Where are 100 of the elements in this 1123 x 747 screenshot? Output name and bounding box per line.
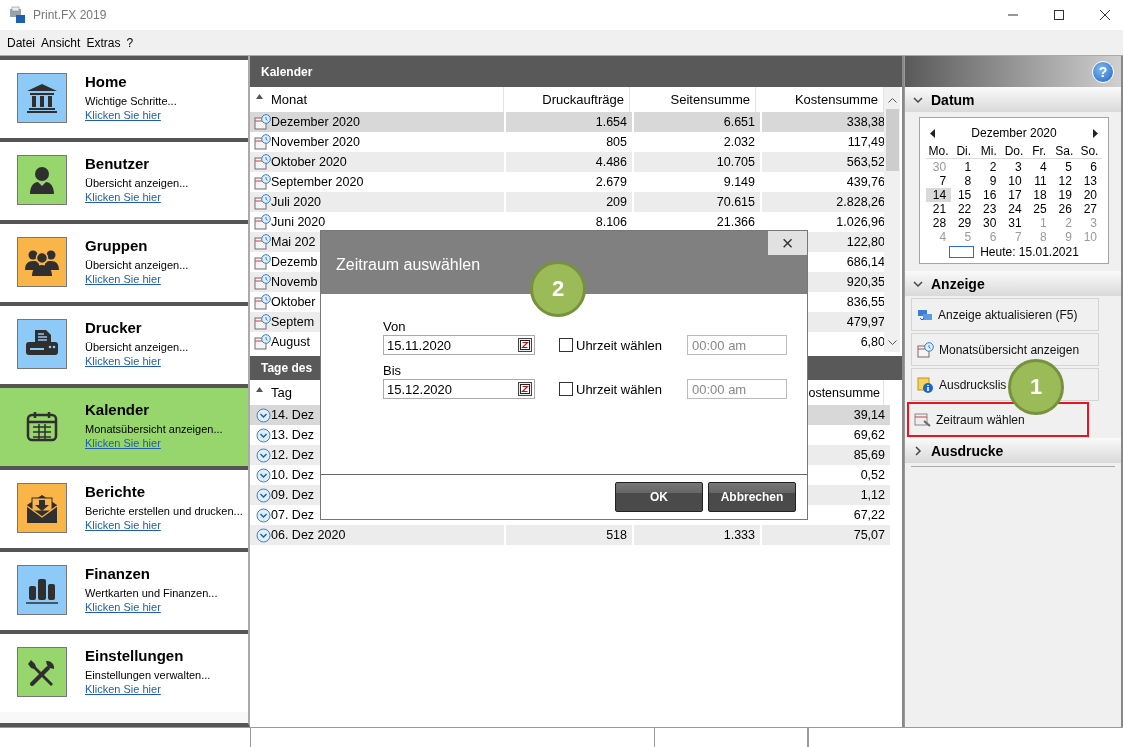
expand-circle-icon[interactable] (256, 507, 271, 523)
calendar-day[interactable]: 1 (951, 160, 977, 174)
action-button[interactable]: Anzeige aktualisieren (F5) (911, 298, 1099, 331)
calendar-day[interactable]: 24 (1001, 202, 1027, 216)
calendar-day[interactable]: 10 (1001, 174, 1027, 188)
expand-circle-icon[interactable] (256, 467, 271, 483)
calendar-day[interactable]: 19 (1051, 188, 1077, 202)
calendar-day[interactable]: 31 (1001, 216, 1027, 230)
time-field[interactable]: 00:00 am (687, 335, 787, 355)
nav-description: Übersicht anzeigen... (85, 177, 189, 190)
close-button[interactable]: × (768, 231, 807, 255)
menu-item[interactable]: Extras (86, 35, 121, 50)
calendar-day[interactable]: 6 (1076, 160, 1102, 174)
calendar-day[interactable]: 9 (976, 174, 1002, 188)
close-icon[interactable] (1099, 9, 1111, 21)
expand-circle-icon[interactable] (256, 527, 271, 543)
nav-card[interactable]: Gruppen Übersicht anzeigen... Klicken Sie hier (0, 220, 248, 302)
date-field[interactable]: 15.12.2020 (383, 379, 535, 399)
calendar-day[interactable]: 23 (976, 202, 1002, 216)
menu-item[interactable]: Ansicht (41, 35, 81, 50)
date-field[interactable]: 15.11.2020 (383, 335, 535, 355)
maximize-icon[interactable] (1053, 9, 1065, 21)
calendar-day[interactable]: 2 (976, 160, 1002, 174)
calendar-day[interactable]: 12 (1051, 174, 1077, 188)
nav-link[interactable]: Klicken Sie hier (85, 600, 161, 614)
scroll-down-icon[interactable] (887, 340, 897, 346)
date-picker-icon[interactable] (518, 338, 532, 352)
nav-card[interactable]: Einstellungen Einstellungen verwalten... Klicken Sie hier (0, 630, 248, 712)
nav-card[interactable]: Finanzen Wertkarten und Finanzen... Klicken Sie hier (0, 548, 248, 630)
calendar-day[interactable]: 7 (926, 174, 952, 188)
calendar-day[interactable]: 18 (1026, 188, 1052, 202)
time-field[interactable]: 00:00 am (687, 379, 787, 399)
calendar-day[interactable]: 11 (1026, 174, 1052, 188)
nav-card[interactable]: Benutzer Übersicht anzeigen... Klicken Sie hier (0, 138, 248, 220)
dialog-button[interactable]: Abbrechen (708, 482, 796, 512)
calendar-day[interactable]: 15 (951, 188, 977, 202)
today-label[interactable]: Heute: 15.01.2021 (980, 245, 1079, 259)
calendar-day[interactable]: 26 (1051, 202, 1077, 216)
calendar-day[interactable]: 17 (1001, 188, 1027, 202)
table-cell[interactable]: 06. Dez 2020 (271, 525, 504, 545)
previous-month-icon[interactable] (930, 128, 936, 138)
checkbox-label[interactable]: Uhrzeit wählen (576, 337, 662, 353)
date-picker-icon[interactable] (518, 382, 532, 396)
section-header[interactable]: Ausdrucke (905, 438, 1121, 463)
menu-item[interactable]: Datei (7, 35, 35, 50)
nav-link[interactable]: Klicken Sie hier (85, 436, 161, 450)
calendar-day[interactable]: 25 (1026, 202, 1052, 216)
action-button[interactable]: Monatsübersicht anzeigen (911, 333, 1099, 366)
nav-link[interactable]: Klicken Sie hier (85, 272, 161, 286)
scroll-up-icon[interactable] (887, 97, 897, 103)
nav-card[interactable]: Berichte Berichte erstellen und drucken... Klicken Sie hier (0, 466, 248, 548)
table-cell[interactable]: Oktober 2020 (271, 152, 504, 172)
calendar-day[interactable]: 27 (1076, 202, 1102, 216)
nav-card[interactable]: Home Wichtige Schritte... Klicken Sie hier (0, 56, 248, 138)
calendar-day[interactable]: 20 (1076, 188, 1102, 202)
nav-link[interactable]: Klicken Sie hier (85, 682, 161, 696)
checkbox[interactable] (559, 338, 573, 352)
chevron-icon (913, 279, 923, 288)
table-cell[interactable]: Juli 2020 (271, 192, 504, 212)
table-cell[interactable]: Dezember 2020 (271, 112, 504, 132)
nav-card[interactable]: Drucker Übersicht anzeigen... Klicken Sie hier (0, 302, 248, 384)
table-cell-text: 9.149 (722, 174, 756, 191)
menu-item[interactable]: ? (126, 35, 134, 50)
nav-link[interactable]: Klicken Sie hier (85, 108, 161, 122)
calendar-day[interactable]: 22 (951, 202, 977, 216)
nav-link[interactable]: Klicken Sie hier (85, 354, 161, 368)
calendar-day[interactable]: 8 (951, 174, 977, 188)
calendar-day[interactable]: 4 (1026, 160, 1052, 174)
calendar-clock-icon (254, 154, 271, 170)
calendar-day[interactable]: 3 (1001, 160, 1027, 174)
calendar-day[interactable]: 21 (926, 202, 952, 216)
checkbox-label[interactable]: Uhrzeit wählen (576, 381, 662, 397)
expand-circle-icon[interactable] (256, 407, 271, 423)
next-month-icon[interactable] (1092, 128, 1098, 138)
section-header[interactable]: Anzeige (905, 271, 1121, 296)
action-button[interactable]: Zeitraum wählen (908, 403, 1088, 436)
calendar-day[interactable]: 30 (976, 216, 1002, 230)
table-cell-text: 439,76 (845, 174, 886, 191)
scrollbar-thumb[interactable] (885, 109, 899, 171)
nav-card[interactable]: Kalender Monatsübersicht anzeigen... Klicken Sie hier (0, 384, 248, 466)
calendar-day[interactable]: 14 (926, 188, 952, 202)
nav-link[interactable]: Klicken Sie hier (85, 518, 161, 532)
calendar-day[interactable]: 29 (951, 216, 977, 230)
checkbox[interactable] (559, 382, 573, 396)
expand-circle-icon[interactable] (256, 487, 271, 503)
calendar-day[interactable]: 16 (976, 188, 1002, 202)
dialog-button[interactable]: OK (615, 482, 703, 512)
table-cell[interactable]: Juni 2020 (271, 212, 504, 232)
scrollbar[interactable] (884, 87, 900, 352)
expand-circle-icon[interactable] (256, 427, 271, 443)
calendar-day[interactable]: 13 (1076, 174, 1102, 188)
field-label: Von (383, 319, 407, 335)
table-cell[interactable]: September 2020 (271, 172, 504, 192)
section-header[interactable]: Datum (905, 87, 1121, 112)
nav-description: Einstellungen verwalten... (85, 669, 211, 682)
table-cell[interactable]: November 2020 (271, 132, 504, 152)
calendar-day[interactable]: 5 (1051, 160, 1077, 174)
expand-circle-icon[interactable] (256, 447, 271, 463)
calendar-day[interactable]: 28 (926, 216, 952, 230)
nav-link[interactable]: Klicken Sie hier (85, 190, 161, 204)
